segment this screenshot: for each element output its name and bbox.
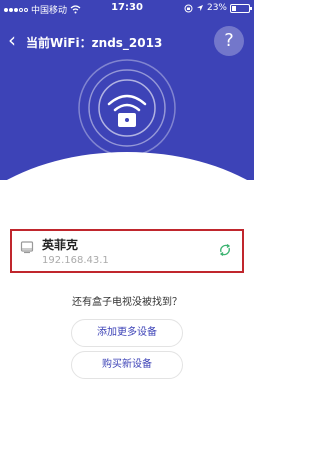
missing-device-prompt: 还有盒子电视没被找到？ (72, 297, 182, 308)
add-more-devices-button[interactable]: 添加更多设备 (71, 319, 183, 347)
status-bar: 中国移动 17:30 23% (0, 0, 254, 18)
lock-rotation-icon (184, 4, 193, 12)
device-ip: 192.168.43.1 (42, 255, 109, 266)
page-title: 当前WiFi：znds_2013 (26, 36, 163, 50)
device-name: 英菲克 (42, 238, 79, 252)
battery-icon (230, 3, 252, 13)
location-icon (196, 5, 203, 11)
battery-percent: 23% (206, 3, 227, 13)
help-icon[interactable]: ? (214, 26, 244, 56)
buy-new-device-button[interactable]: 购买新设备 (71, 351, 183, 379)
device-item[interactable]: 英菲克 192.168.43.1 (10, 229, 244, 273)
tv-box-icon (20, 241, 34, 254)
back-icon[interactable]: ‹ (8, 28, 16, 52)
refresh-icon[interactable] (218, 243, 232, 257)
wifi-lock-icon (78, 59, 176, 157)
nav-bar: ‹ 当前WiFi：znds_2013 ? (0, 22, 254, 62)
